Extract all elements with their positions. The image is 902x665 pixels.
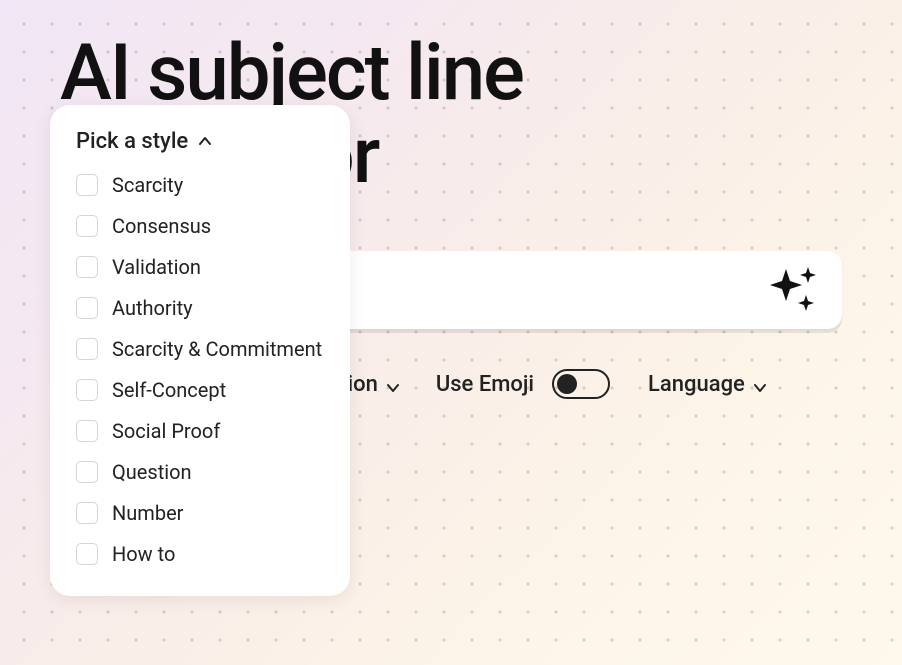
checkbox[interactable]: [76, 461, 98, 483]
checkbox[interactable]: [76, 379, 98, 401]
option-label: Authority: [112, 295, 193, 322]
option-label: How to: [112, 541, 175, 568]
style-option-scarcity[interactable]: Scarcity: [76, 172, 324, 199]
style-dropdown-panel: Pick a style Scarcity Consensus Validati…: [50, 105, 350, 596]
style-option-validation[interactable]: Validation: [76, 254, 324, 281]
option-label: Consensus: [112, 213, 211, 240]
generate-button[interactable]: [764, 262, 824, 318]
language-dropdown-trigger[interactable]: Language: [648, 372, 765, 397]
option-label: Self-Concept: [112, 377, 226, 404]
chevron-up-icon: [198, 129, 212, 154]
style-option-scarcity-commitment[interactable]: Scarcity & Commitment: [76, 336, 324, 363]
option-label: Social Proof: [112, 418, 220, 445]
checkbox[interactable]: [76, 256, 98, 278]
dropdown-header-label: Pick a style: [76, 129, 188, 154]
option-label: Validation: [112, 254, 201, 281]
checkbox[interactable]: [76, 543, 98, 565]
chevron-down-icon: [386, 376, 398, 388]
emoji-label: Use Emoji: [436, 372, 534, 397]
checkbox[interactable]: [76, 297, 98, 319]
chevron-down-icon: [753, 376, 765, 388]
option-label: Number: [112, 500, 183, 527]
emoji-toggle[interactable]: [552, 369, 610, 399]
style-option-authority[interactable]: Authority: [76, 295, 324, 322]
style-option-how-to[interactable]: How to: [76, 541, 324, 568]
style-option-list: Scarcity Consensus Validation Authority …: [76, 172, 324, 568]
language-label: Language: [648, 372, 745, 397]
style-option-consensus[interactable]: Consensus: [76, 213, 324, 240]
style-dropdown-header[interactable]: Pick a style: [76, 129, 324, 154]
checkbox[interactable]: [76, 502, 98, 524]
checkbox[interactable]: [76, 338, 98, 360]
checkbox[interactable]: [76, 174, 98, 196]
title-line-1: AI subject line: [60, 35, 842, 113]
style-option-number[interactable]: Number: [76, 500, 324, 527]
style-option-self-concept[interactable]: Self-Concept: [76, 377, 324, 404]
option-label: Question: [112, 459, 192, 486]
option-label: Scarcity: [112, 172, 183, 199]
toggle-knob: [557, 374, 577, 394]
checkbox[interactable]: [76, 215, 98, 237]
checkbox[interactable]: [76, 420, 98, 442]
option-label: Scarcity & Commitment: [112, 336, 322, 363]
emoji-toggle-group: Use Emoji: [436, 369, 610, 399]
sparkle-icon: [766, 263, 822, 318]
style-option-social-proof[interactable]: Social Proof: [76, 418, 324, 445]
style-option-question[interactable]: Question: [76, 459, 324, 486]
